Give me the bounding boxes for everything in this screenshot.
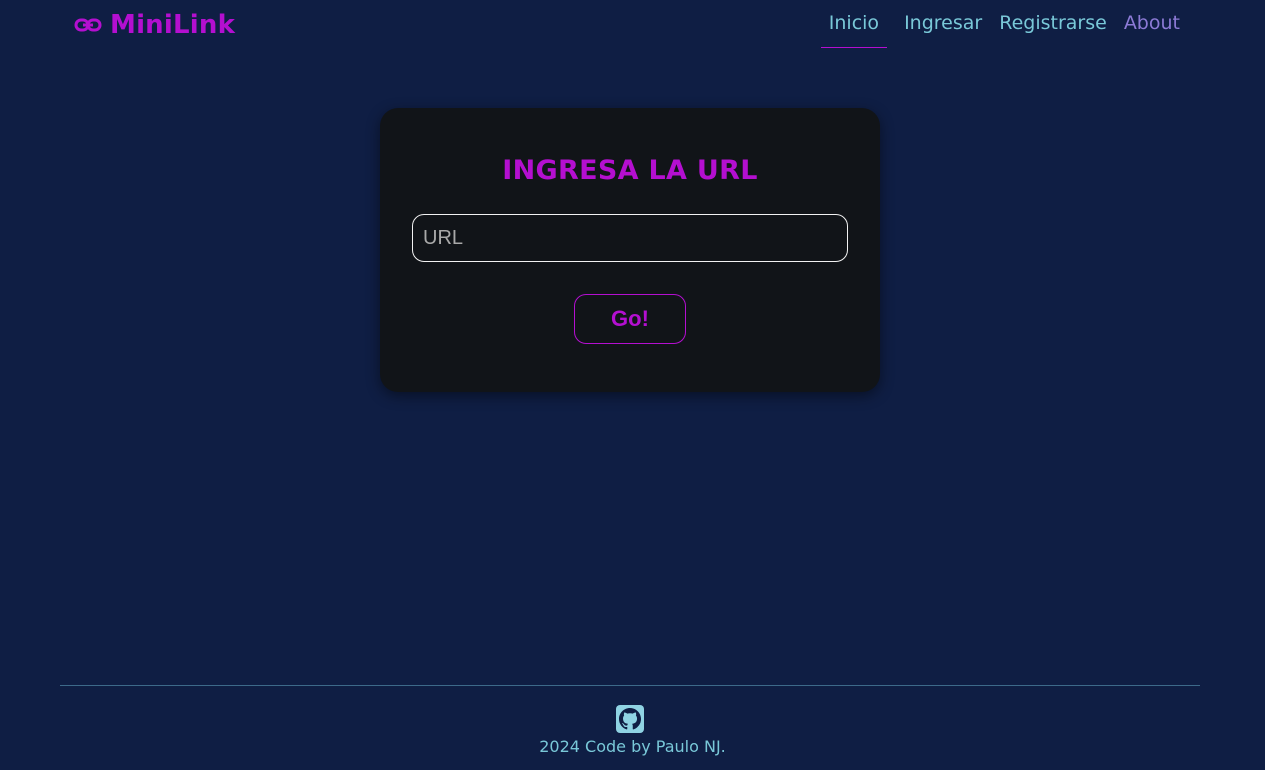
github-link[interactable] [616, 705, 644, 733]
nav-item-ingresar[interactable]: Ingresar [904, 12, 982, 34]
go-button[interactable]: Go! [574, 294, 686, 344]
github-icon [619, 708, 641, 730]
form-title: INGRESA LA URL [502, 155, 758, 186]
brand-name: MiniLink [110, 10, 236, 40]
footer-credit: 2024 Code by Paulo NJ. [539, 737, 726, 756]
nav-item-about[interactable]: About [1124, 12, 1180, 34]
url-form-card: INGRESA LA URL Go! [380, 108, 880, 392]
navbar: MiniLink Inicio Ingresar Registrarse Abo… [0, 0, 1265, 56]
brand-link[interactable]: MiniLink [74, 10, 235, 40]
page: MiniLink Inicio Ingresar Registrarse Abo… [0, 0, 1265, 770]
nav-item-registrarse[interactable]: Registrarse [999, 12, 1107, 34]
url-input[interactable] [412, 214, 848, 262]
nav-links: Inicio Ingresar Registrarse About [820, 12, 1180, 48]
link-icon [74, 18, 102, 32]
nav-item-inicio[interactable]: Inicio [820, 12, 888, 48]
footer-divider [60, 685, 1200, 686]
